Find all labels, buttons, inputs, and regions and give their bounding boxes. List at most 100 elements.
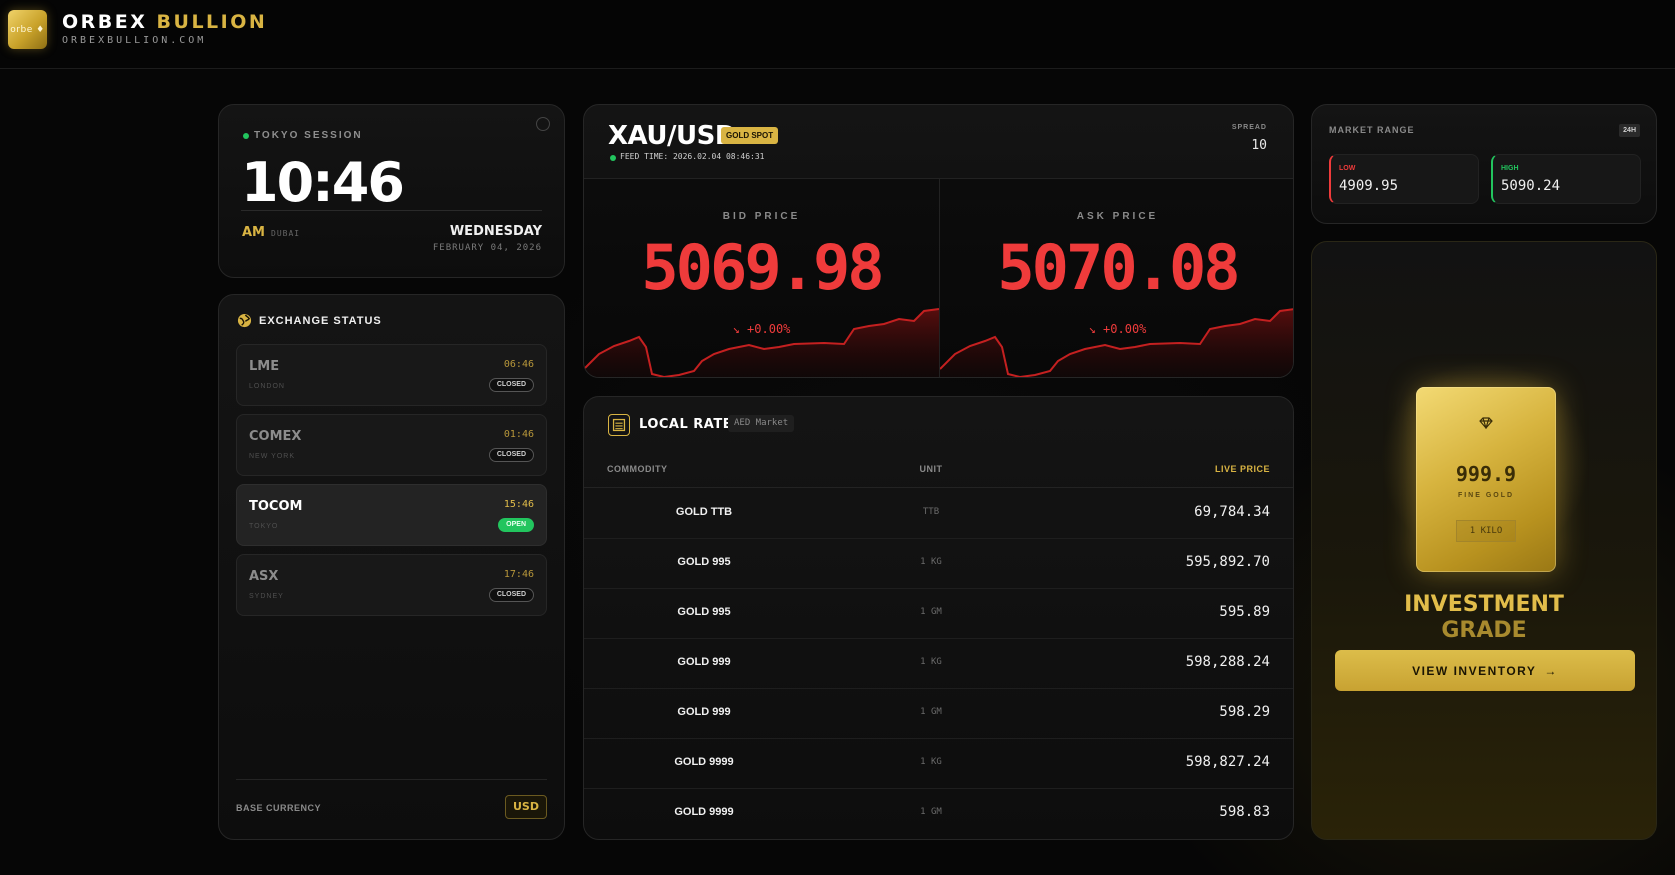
row-price: 69,784.34 bbox=[1194, 504, 1270, 520]
investment-title-line2: GRADE bbox=[1441, 618, 1527, 643]
base-currency-value[interactable]: USD bbox=[505, 795, 547, 819]
col-commodity: COMMODITY bbox=[607, 464, 668, 474]
bid-price-value: 5069.98 bbox=[641, 231, 884, 304]
table-row[interactable]: GOLD 995 1 KG 595,892.70 bbox=[584, 539, 1293, 589]
exchange-item-asx[interactable]: ASX SYDNEY 17:46 CLOSED bbox=[236, 554, 547, 616]
ask-price-value: 5070.08 bbox=[997, 231, 1240, 304]
row-unit: 1 GM bbox=[920, 607, 942, 617]
xauusd-price-card: XAU/USD GOLD SPOT FEED TIME: 2026.02.04 … bbox=[583, 104, 1294, 378]
exchange-status-badge: CLOSED bbox=[488, 378, 534, 392]
gold-spot-badge: GOLD SPOT bbox=[721, 127, 779, 144]
investment-grade-title: INVESTMENT GRADE bbox=[1312, 592, 1656, 644]
row-commodity: GOLD 9999 bbox=[674, 756, 734, 768]
row-unit: TTB bbox=[922, 507, 940, 517]
row-commodity: GOLD 999 bbox=[677, 706, 731, 718]
table-row[interactable]: GOLD 999 1 GM 598.29 bbox=[584, 689, 1293, 739]
exchange-time: 15:46 bbox=[503, 499, 534, 510]
range-high-label: HIGH bbox=[1501, 165, 1519, 172]
bid-change-value: +0.00% bbox=[747, 322, 791, 336]
view-inventory-label: VIEW INVENTORY bbox=[1412, 663, 1537, 678]
session-label: TOKYO SESSION bbox=[254, 130, 363, 141]
row-price: 598.29 bbox=[1219, 704, 1270, 720]
exchange-time: 17:46 bbox=[503, 569, 534, 580]
gold-bar-image: 999.9 FINE GOLD 1 KILO bbox=[1416, 387, 1556, 572]
exchange-city: TOKYO bbox=[249, 523, 279, 530]
bar-weight: 1 KILO bbox=[1456, 520, 1516, 542]
feed-time: FEED TIME: 2026.02.04 08:46:31 bbox=[620, 152, 765, 161]
exchange-status-title: EXCHANGE STATUS bbox=[259, 315, 382, 327]
spread-label: SPREAD bbox=[1231, 124, 1267, 131]
clock-icon bbox=[536, 117, 550, 131]
table-row[interactable]: GOLD 999 1 KG 598,288.24 bbox=[584, 639, 1293, 689]
row-price: 595.89 bbox=[1219, 604, 1270, 620]
col-unit: UNIT bbox=[919, 464, 943, 474]
exchange-name: TOCOM bbox=[249, 499, 303, 514]
table-row[interactable]: GOLD TTB TTB 69,784.34 bbox=[584, 489, 1293, 539]
row-price: 598,827.24 bbox=[1185, 754, 1270, 770]
range-period-badge[interactable]: 24H bbox=[1619, 124, 1640, 137]
feed-status-dot bbox=[610, 155, 616, 161]
row-price: 598.83 bbox=[1219, 804, 1270, 820]
price-pane-divider bbox=[939, 178, 940, 377]
brand-domain: ORBEXBULLION.COM bbox=[62, 35, 207, 46]
instrument-pair: XAU/USD bbox=[608, 121, 736, 151]
base-currency-label: BASE CURRENCY bbox=[236, 803, 322, 813]
exchange-name: LME bbox=[249, 359, 280, 374]
exchange-status-badge: CLOSED bbox=[488, 448, 534, 462]
table-row[interactable]: GOLD 995 1 GM 595.89 bbox=[584, 589, 1293, 639]
row-price: 595,892.70 bbox=[1185, 554, 1270, 570]
exchange-name: COMEX bbox=[249, 429, 302, 444]
globe-icon bbox=[237, 313, 252, 328]
row-commodity: GOLD 995 bbox=[677, 556, 731, 568]
exchange-name: ASX bbox=[249, 569, 279, 584]
investment-title-line1: INVESTMENT bbox=[1404, 592, 1564, 617]
market-tag: AED Market bbox=[728, 415, 795, 432]
range-low-label: LOW bbox=[1339, 165, 1356, 172]
exchange-city: LONDON bbox=[249, 383, 285, 390]
bid-change: ↘ +0.00% bbox=[584, 322, 939, 336]
exchange-status-badge: CLOSED bbox=[488, 588, 534, 602]
spread-value: 10 bbox=[1251, 138, 1267, 153]
session-status-dot bbox=[243, 133, 249, 139]
clock-ampm: AM bbox=[242, 225, 265, 240]
rates-table-header: COMMODITY UNIT LIVE PRICE bbox=[584, 450, 1293, 488]
table-row[interactable]: GOLD 9999 1 GM 598.83 bbox=[584, 789, 1293, 839]
logo-text: orbe ♦ bbox=[10, 24, 45, 35]
exchange-item-comex[interactable]: COMEX NEW YORK 01:46 CLOSED bbox=[236, 414, 547, 476]
ask-change-value: +0.00% bbox=[1103, 322, 1147, 336]
list-icon bbox=[608, 414, 630, 436]
brand-logo[interactable]: orbe ♦ bbox=[8, 10, 47, 49]
exchange-status-badge: OPEN bbox=[498, 518, 534, 532]
brand-secondary: BULLION bbox=[156, 11, 268, 33]
exchange-city: SYDNEY bbox=[249, 593, 284, 600]
exchange-item-lme[interactable]: LME LONDON 06:46 CLOSED bbox=[236, 344, 547, 406]
local-rates-title: LOCAL RATES bbox=[639, 417, 742, 432]
range-high-box: HIGH 5090.24 bbox=[1491, 154, 1641, 204]
range-high-value: 5090.24 bbox=[1501, 178, 1561, 194]
trend-down-icon: ↘ bbox=[1088, 322, 1096, 336]
bid-price-label: BID PRICE bbox=[722, 211, 801, 222]
clock-date: FEBRUARY 04, 2026 bbox=[432, 243, 542, 253]
row-price: 598,288.24 bbox=[1185, 654, 1270, 670]
ask-price-label: ASK PRICE bbox=[1076, 211, 1159, 222]
ask-change: ↘ +0.00% bbox=[940, 322, 1293, 336]
clock-divider bbox=[241, 210, 542, 211]
top-header: orbe ♦ ORBEX BULLION ORBEXBULLION.COM bbox=[0, 0, 1675, 69]
exchange-time: 01:46 bbox=[503, 429, 534, 440]
exchange-time: 06:46 bbox=[503, 359, 534, 370]
clock-time: 10:46 bbox=[241, 151, 405, 214]
investment-grade-card: 999.9 FINE GOLD 1 KILO INVESTMENT GRADE … bbox=[1311, 241, 1657, 840]
range-low-value: 4909.95 bbox=[1339, 178, 1399, 194]
brand-title: ORBEX BULLION bbox=[62, 11, 267, 33]
trend-down-icon: ↘ bbox=[732, 322, 740, 336]
view-inventory-button[interactable]: VIEW INVENTORY → bbox=[1335, 650, 1635, 691]
range-low-box: LOW 4909.95 bbox=[1329, 154, 1479, 204]
row-commodity: GOLD 995 bbox=[677, 606, 731, 618]
exchange-item-tocom[interactable]: TOCOM TOKYO 15:46 OPEN bbox=[236, 484, 547, 546]
arrow-right-icon: → bbox=[1544, 663, 1558, 678]
table-row[interactable]: GOLD 9999 1 KG 598,827.24 bbox=[584, 739, 1293, 789]
brand-primary: ORBEX bbox=[62, 11, 148, 33]
clock-weekday: WEDNESDAY bbox=[449, 224, 542, 239]
bar-fine-gold: FINE GOLD bbox=[1457, 492, 1515, 499]
bid-price-pane: BID PRICE 5069.98 ↘ +0.00% bbox=[584, 179, 939, 377]
